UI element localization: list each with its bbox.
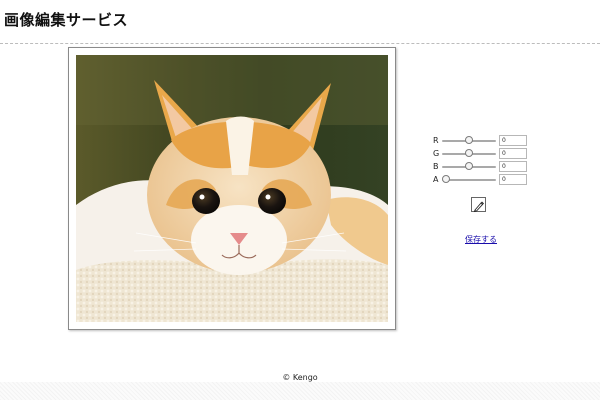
slider-label-g: G [433,149,440,158]
pen-icon [473,201,484,213]
a-value-input[interactable]: 0 [499,174,527,185]
b-slider[interactable] [442,161,496,172]
a-slider[interactable] [442,174,496,185]
cat-photo [76,55,388,322]
slider-row-b: B 0 [433,160,528,173]
save-link[interactable]: 保存する [465,234,497,245]
b-value-input[interactable]: 0 [499,161,527,172]
r-value-input[interactable]: 0 [499,135,527,146]
g-slider-knob[interactable] [465,148,473,157]
r-slider-knob[interactable] [465,135,473,144]
slider-row-g: G 0 [433,147,528,160]
g-value-input[interactable]: 0 [499,148,527,159]
page-title: 画像編集サービス [4,11,129,29]
image-frame [68,47,396,330]
footer-copyright: © Kengo [282,373,318,382]
slider-label-b: B [433,162,439,171]
pen-tool-button[interactable] [471,197,486,213]
r-slider[interactable] [442,135,496,146]
slider-label-a: A [433,175,439,184]
a-slider-knob[interactable] [442,174,450,183]
g-slider[interactable] [442,148,496,159]
color-controls: R 0 G 0 B 0 A 0 [433,134,528,186]
slider-row-a: A 0 [433,173,528,186]
page-bottom-band [0,382,600,400]
slider-label-r: R [433,136,439,145]
slider-row-r: R 0 [433,134,528,147]
b-slider-knob[interactable] [465,161,473,170]
header-divider [0,43,600,44]
